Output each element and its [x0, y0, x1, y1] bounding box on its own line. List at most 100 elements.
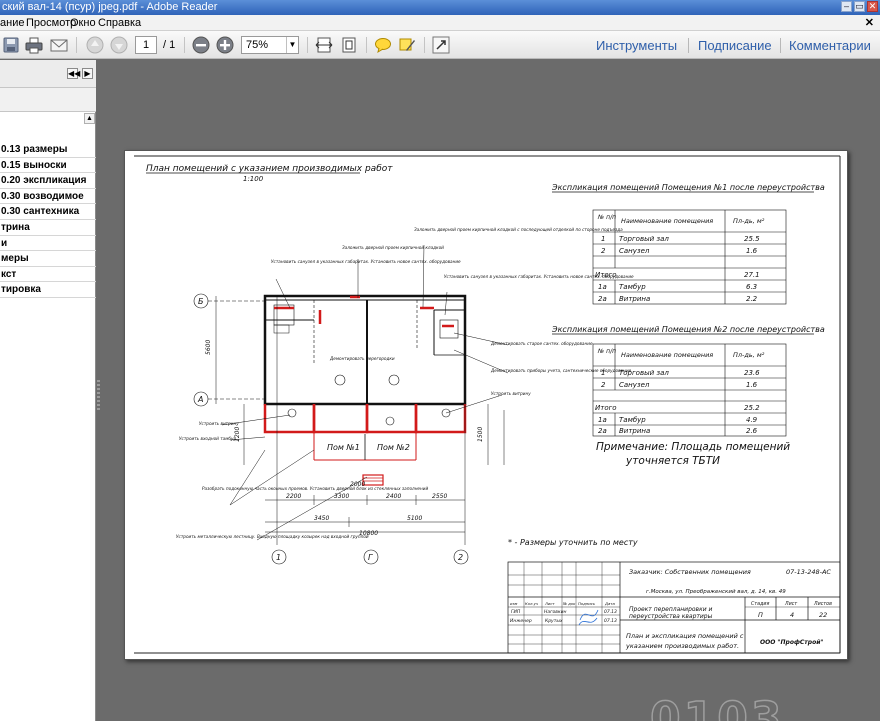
collapse-panel-icon[interactable]: ◀◀: [67, 68, 80, 79]
room-label-1: Пом №1: [327, 443, 360, 452]
table2-cell: 4.9: [746, 416, 758, 424]
maximize-button[interactable]: ▭: [854, 1, 865, 12]
chevron-down-icon[interactable]: ▼: [286, 37, 298, 53]
fit-width-icon[interactable]: [315, 36, 333, 54]
dim-left-1: 5600: [205, 340, 212, 355]
toolbar-separator: [424, 37, 425, 53]
table1-header-area: Пл-дь, м²: [733, 217, 765, 225]
highlight-icon[interactable]: [398, 36, 416, 54]
previous-page-icon[interactable]: [86, 36, 104, 54]
expand-panel-icon[interactable]: ▶: [82, 68, 93, 79]
annotation-text: Заложить дверной проем кирпичной кладкой…: [414, 227, 623, 232]
table2-header-name: Наименование помещения: [621, 351, 713, 359]
page-number-input[interactable]: 1: [135, 36, 157, 54]
next-page-icon[interactable]: [110, 36, 128, 54]
axis-number-2: 2: [458, 553, 463, 562]
menu-help[interactable]: Справка: [98, 15, 141, 31]
pdf-page: План помещений с указанием производимых …: [124, 150, 848, 660]
annotation-text: Демонтировать приборы учета, сантехничес…: [490, 368, 632, 373]
stamp-project-1: Проект перепланировки и: [629, 606, 713, 613]
print-icon[interactable]: [25, 36, 43, 54]
stamp-customer: Заказчик: Собственник помещения: [629, 568, 751, 576]
table2-cell: 2: [601, 381, 606, 389]
annotation-text: Разобрать подоконную часть оконных проем…: [202, 486, 428, 491]
zoom-out-icon[interactable]: [192, 36, 210, 54]
table1-header-name: Наименование помещения: [621, 217, 713, 225]
save-icon[interactable]: [2, 36, 20, 54]
table2-cell: Торговый зал: [619, 369, 669, 377]
layer-item[interactable]: 0.30 сантехника: [0, 204, 96, 220]
annotation-text: Устроить витрину: [199, 421, 239, 426]
annotation-text: Заложить дверной проем кирпичной кладкой: [342, 245, 444, 250]
table1-cell: 27.1: [744, 271, 760, 279]
stamp-header: Дата: [604, 601, 616, 606]
panel-splitter[interactable]: [97, 380, 100, 410]
layer-item[interactable]: меры: [0, 251, 96, 267]
stamp-header: изм: [510, 601, 517, 606]
menu-window[interactable]: Окно: [70, 15, 96, 31]
layer-list: 0.13 размеры 0.15 выноски 0.20 экспликац…: [0, 142, 96, 298]
comments-link[interactable]: Комментарии: [789, 38, 871, 53]
layer-item[interactable]: тировка: [0, 282, 96, 298]
stamp-stage-header: Листов: [813, 601, 832, 607]
annotation-text: Установить санузел в указанных габаритах…: [271, 259, 461, 264]
table1-cell: 1.6: [746, 247, 758, 255]
dim-2200: 2200: [286, 493, 301, 500]
stamp-stage-value: П: [758, 611, 763, 619]
note-line-1: Примечание: Площадь помещений: [596, 441, 790, 453]
table2-header-num: № п/п: [597, 348, 616, 355]
zoom-in-icon[interactable]: [216, 36, 234, 54]
stamp-date: 07.13: [604, 618, 617, 624]
stamp-address: г.Москва, ул. Преображенский вал, д. 14,…: [646, 589, 786, 595]
stamp-role: Инженер: [510, 618, 532, 624]
zoom-select[interactable]: 75% ▼: [241, 36, 299, 54]
comment-icon[interactable]: [374, 36, 392, 54]
toolbar-separator: [688, 38, 689, 53]
stamp-person: Крутых: [545, 618, 563, 624]
layer-item[interactable]: трина: [0, 220, 96, 236]
table2-cell: Санузел: [619, 381, 650, 389]
axis-number-g: Г: [368, 553, 373, 562]
stamp-sheet-title-2: указанием производимых работ.: [625, 642, 739, 650]
annotation-text: Устроить витрину: [491, 391, 531, 396]
layer-item[interactable]: 0.13 размеры: [0, 142, 96, 158]
stamp-header: Кол.уч: [525, 601, 539, 606]
table2-cell: 23.6: [744, 369, 760, 377]
minimize-button[interactable]: –: [841, 1, 852, 12]
stamp-stage-value: 4: [790, 611, 794, 619]
dim-2550: 2550: [432, 493, 447, 500]
menu-edit[interactable]: ание: [0, 15, 24, 31]
toolbar-separator: [76, 37, 77, 53]
layer-item[interactable]: и: [0, 236, 96, 252]
dim-3450: 3450: [314, 515, 329, 522]
stamp-stage-value: 22: [819, 611, 827, 619]
close-document-icon[interactable]: ✕: [865, 15, 874, 31]
stamp-project-2: переустройства квартиры: [629, 613, 713, 620]
sign-link[interactable]: Подписание: [698, 38, 772, 53]
tools-link[interactable]: Инструменты: [596, 38, 677, 53]
scroll-up-icon[interactable]: ▲: [84, 113, 95, 124]
menu-view[interactable]: Просмотр: [26, 15, 76, 31]
layers-panel: ◀◀ ▶ ▲ 0.13 размеры 0.15 выноски 0.20 эк…: [0, 60, 96, 721]
fit-page-icon[interactable]: [340, 36, 358, 54]
table2-cell: 25.2: [744, 404, 760, 412]
page-total: / 1: [163, 39, 176, 51]
close-window-button[interactable]: ✕: [867, 1, 878, 12]
table1-cell: 2.2: [746, 295, 758, 303]
room-label-2: Пом №2: [377, 443, 410, 452]
layer-item[interactable]: кст: [0, 267, 96, 283]
table1-cell: 2а: [598, 295, 607, 303]
zoom-value: 75%: [246, 39, 269, 51]
annotation-text: Устроить входной тамбур: [179, 436, 236, 441]
expand-icon[interactable]: [432, 36, 450, 54]
email-icon[interactable]: [50, 36, 68, 54]
menu-bar: ание Просмотр Окно Справка ✕: [0, 15, 880, 31]
layer-item[interactable]: 0.15 выноски: [0, 158, 96, 174]
table1-cell: 6.3: [746, 283, 757, 291]
layer-item[interactable]: 0.20 экспликация: [0, 173, 96, 189]
plan-scale: 1:100: [243, 175, 264, 183]
table2-cell: Витрина: [619, 427, 650, 435]
stamp-header: Подпись: [578, 601, 595, 606]
watermark: 0103: [649, 692, 785, 721]
layer-item[interactable]: 0.30 возводимое: [0, 189, 96, 205]
